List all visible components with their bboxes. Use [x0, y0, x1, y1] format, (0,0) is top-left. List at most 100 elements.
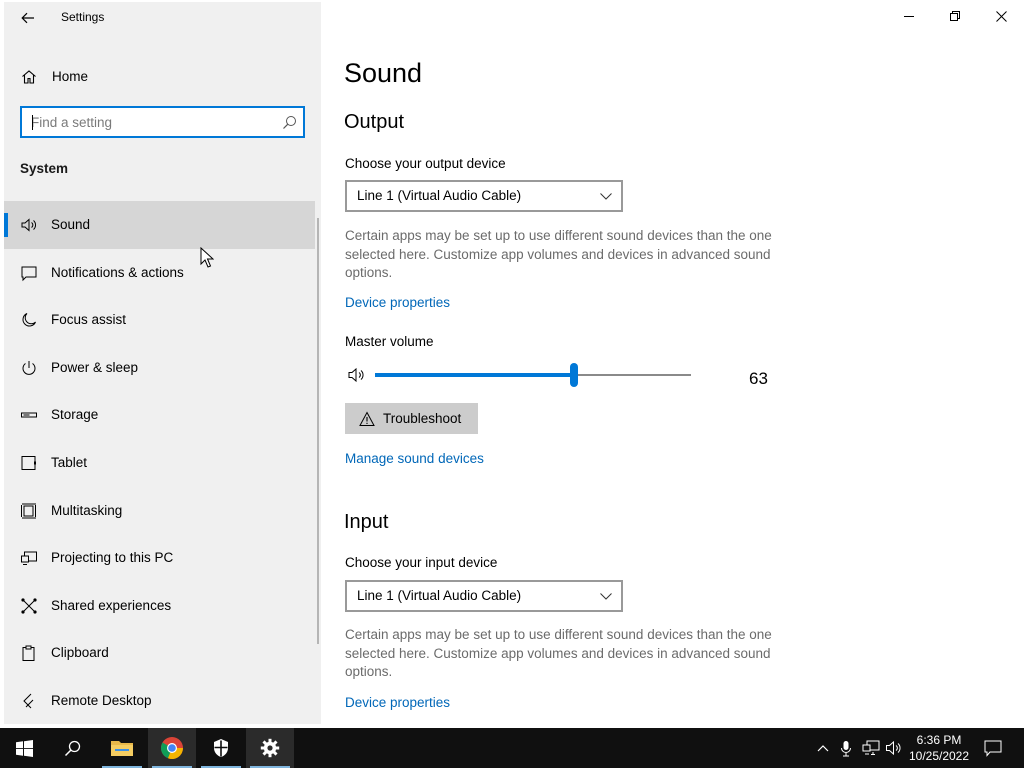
sidebar-item-multitasking[interactable]: Multitasking [4, 487, 315, 535]
back-button[interactable] [12, 6, 44, 30]
taskbar-chrome[interactable] [148, 728, 196, 768]
input-device-label: Choose your input device [345, 555, 498, 570]
network-tray[interactable] [862, 739, 880, 757]
volume-tray[interactable] [885, 739, 903, 757]
mouse-cursor-icon [200, 247, 214, 268]
sidebar-home-label: Home [52, 69, 89, 84]
sidebar-item-label: Power & sleep [51, 359, 139, 375]
text-caret [32, 115, 33, 130]
input-device-dropdown[interactable]: Line 1 (Virtual Audio Cable) [345, 580, 623, 612]
sidebar-item-storage[interactable]: Storage [4, 391, 315, 439]
sidebar-item-label: Multitasking [51, 502, 123, 518]
chevron-down-icon [600, 193, 612, 200]
file-explorer-icon [111, 741, 133, 756]
output-device-label: Choose your output device [345, 156, 506, 171]
input-device-properties-link[interactable]: Device properties [345, 695, 450, 710]
close-button[interactable] [978, 0, 1024, 32]
taskbar-file-explorer[interactable] [98, 728, 146, 768]
message-icon [21, 266, 37, 281]
multitasking-icon [21, 503, 36, 519]
sidebar-item-label: Shared experiences [51, 597, 172, 613]
warning-icon [359, 410, 375, 426]
troubleshoot-button[interactable]: Troubleshoot [345, 403, 478, 434]
start-icon [15, 739, 33, 757]
search-box[interactable] [20, 106, 305, 138]
output-device-dropdown[interactable]: Line 1 (Virtual Audio Cable) [345, 180, 623, 212]
search-icon[interactable] [282, 115, 297, 130]
remote-desktop-icon [23, 693, 34, 709]
restore-icon [950, 11, 960, 21]
chevron-down-icon [600, 593, 612, 600]
master-volume-slider[interactable] [375, 362, 693, 388]
sidebar-item-sound[interactable]: Sound [4, 201, 315, 249]
sidebar-item-notifications[interactable]: Notifications & actions [4, 249, 315, 297]
sidebar-item-focus-assist[interactable]: Focus assist [4, 296, 315, 344]
shared-experiences-icon [21, 598, 37, 614]
sidebar-item-projecting[interactable]: Projecting to this PC [4, 534, 315, 582]
output-device-value: Line 1 (Virtual Audio Cable) [357, 188, 522, 203]
power-icon [22, 360, 36, 375]
storage-icon [21, 412, 37, 418]
settings-window: Settings Home System Sound Notifications… [0, 0, 1024, 728]
clock-date: 10/25/2022 [908, 749, 970, 763]
tablet-icon [21, 455, 36, 470]
troubleshoot-label: Troubleshoot [383, 411, 462, 426]
sidebar-item-label: Remote Desktop [51, 692, 152, 708]
sidebar-item-label: Focus assist [51, 312, 127, 328]
taskbar-search-button[interactable] [48, 728, 96, 768]
sidebar-home[interactable]: Home [4, 62, 321, 92]
microphone-tray[interactable] [837, 739, 855, 757]
speaker-mute-toggle-icon[interactable] [347, 366, 367, 384]
master-volume-label: Master volume [345, 334, 434, 349]
show-hidden-icons-button[interactable] [814, 739, 832, 757]
taskbar-security[interactable] [197, 728, 245, 768]
action-center-button[interactable] [978, 728, 1008, 768]
security-icon [214, 739, 228, 757]
sidebar-item-remote-desktop[interactable]: Remote Desktop [4, 677, 315, 725]
chevron-up-icon [817, 745, 829, 752]
output-heading: Output [344, 111, 405, 133]
title-bar: Settings [4, 2, 321, 34]
output-device-properties-link[interactable]: Device properties [345, 295, 450, 310]
output-description: Certain apps may be set up to use differ… [345, 228, 772, 280]
search-input[interactable] [22, 114, 272, 130]
minimize-button[interactable] [886, 0, 932, 32]
sidebar-item-tablet[interactable]: Tablet [4, 439, 315, 487]
speaker-icon [21, 218, 36, 232]
home-icon [22, 70, 36, 84]
master-volume-value: 63 [749, 369, 768, 388]
moon-icon [22, 313, 36, 327]
sidebar: Settings Home System Sound Notifications… [4, 2, 321, 724]
sidebar-item-power-sleep[interactable]: Power & sleep [4, 344, 315, 392]
page-title: Sound [344, 58, 423, 88]
sidebar-item-label: Notifications & actions [51, 264, 184, 280]
sidebar-item-clipboard[interactable]: Clipboard [4, 629, 315, 677]
search-icon [64, 740, 80, 756]
minimize-icon [904, 16, 914, 17]
sidebar-item-label: Projecting to this PC [51, 550, 174, 566]
manage-sound-devices-link[interactable]: Manage sound devices [345, 451, 484, 466]
slider-thumb[interactable] [570, 363, 579, 387]
input-heading: Input [344, 511, 389, 533]
microphone-icon [841, 740, 851, 756]
clipboard-icon [22, 645, 35, 662]
start-button[interactable] [0, 728, 48, 768]
speaker-icon [886, 740, 901, 756]
taskbar-settings[interactable] [246, 728, 294, 768]
system-clock[interactable]: 6:36 PM 10/25/2022 [908, 732, 970, 764]
clock-time: 6:36 PM [916, 733, 962, 747]
notifications-icon [984, 740, 1002, 757]
sidebar-scrollbar[interactable] [317, 218, 319, 644]
sidebar-item-label: Sound [51, 217, 91, 232]
sidebar-item-shared-experiences[interactable]: Shared experiences [4, 582, 315, 630]
slider-fill [375, 373, 575, 377]
settings-icon [260, 738, 280, 758]
sidebar-item-label: Storage [51, 407, 99, 423]
input-description: Certain apps may be set up to use differ… [345, 627, 772, 679]
app-title: Settings [61, 10, 105, 24]
restore-button[interactable] [932, 0, 978, 32]
window-controls [886, 0, 1024, 32]
close-icon [995, 10, 1007, 22]
section-label-system: System [20, 161, 69, 176]
main-content: Sound Output Choose your output device L… [321, 0, 1024, 728]
